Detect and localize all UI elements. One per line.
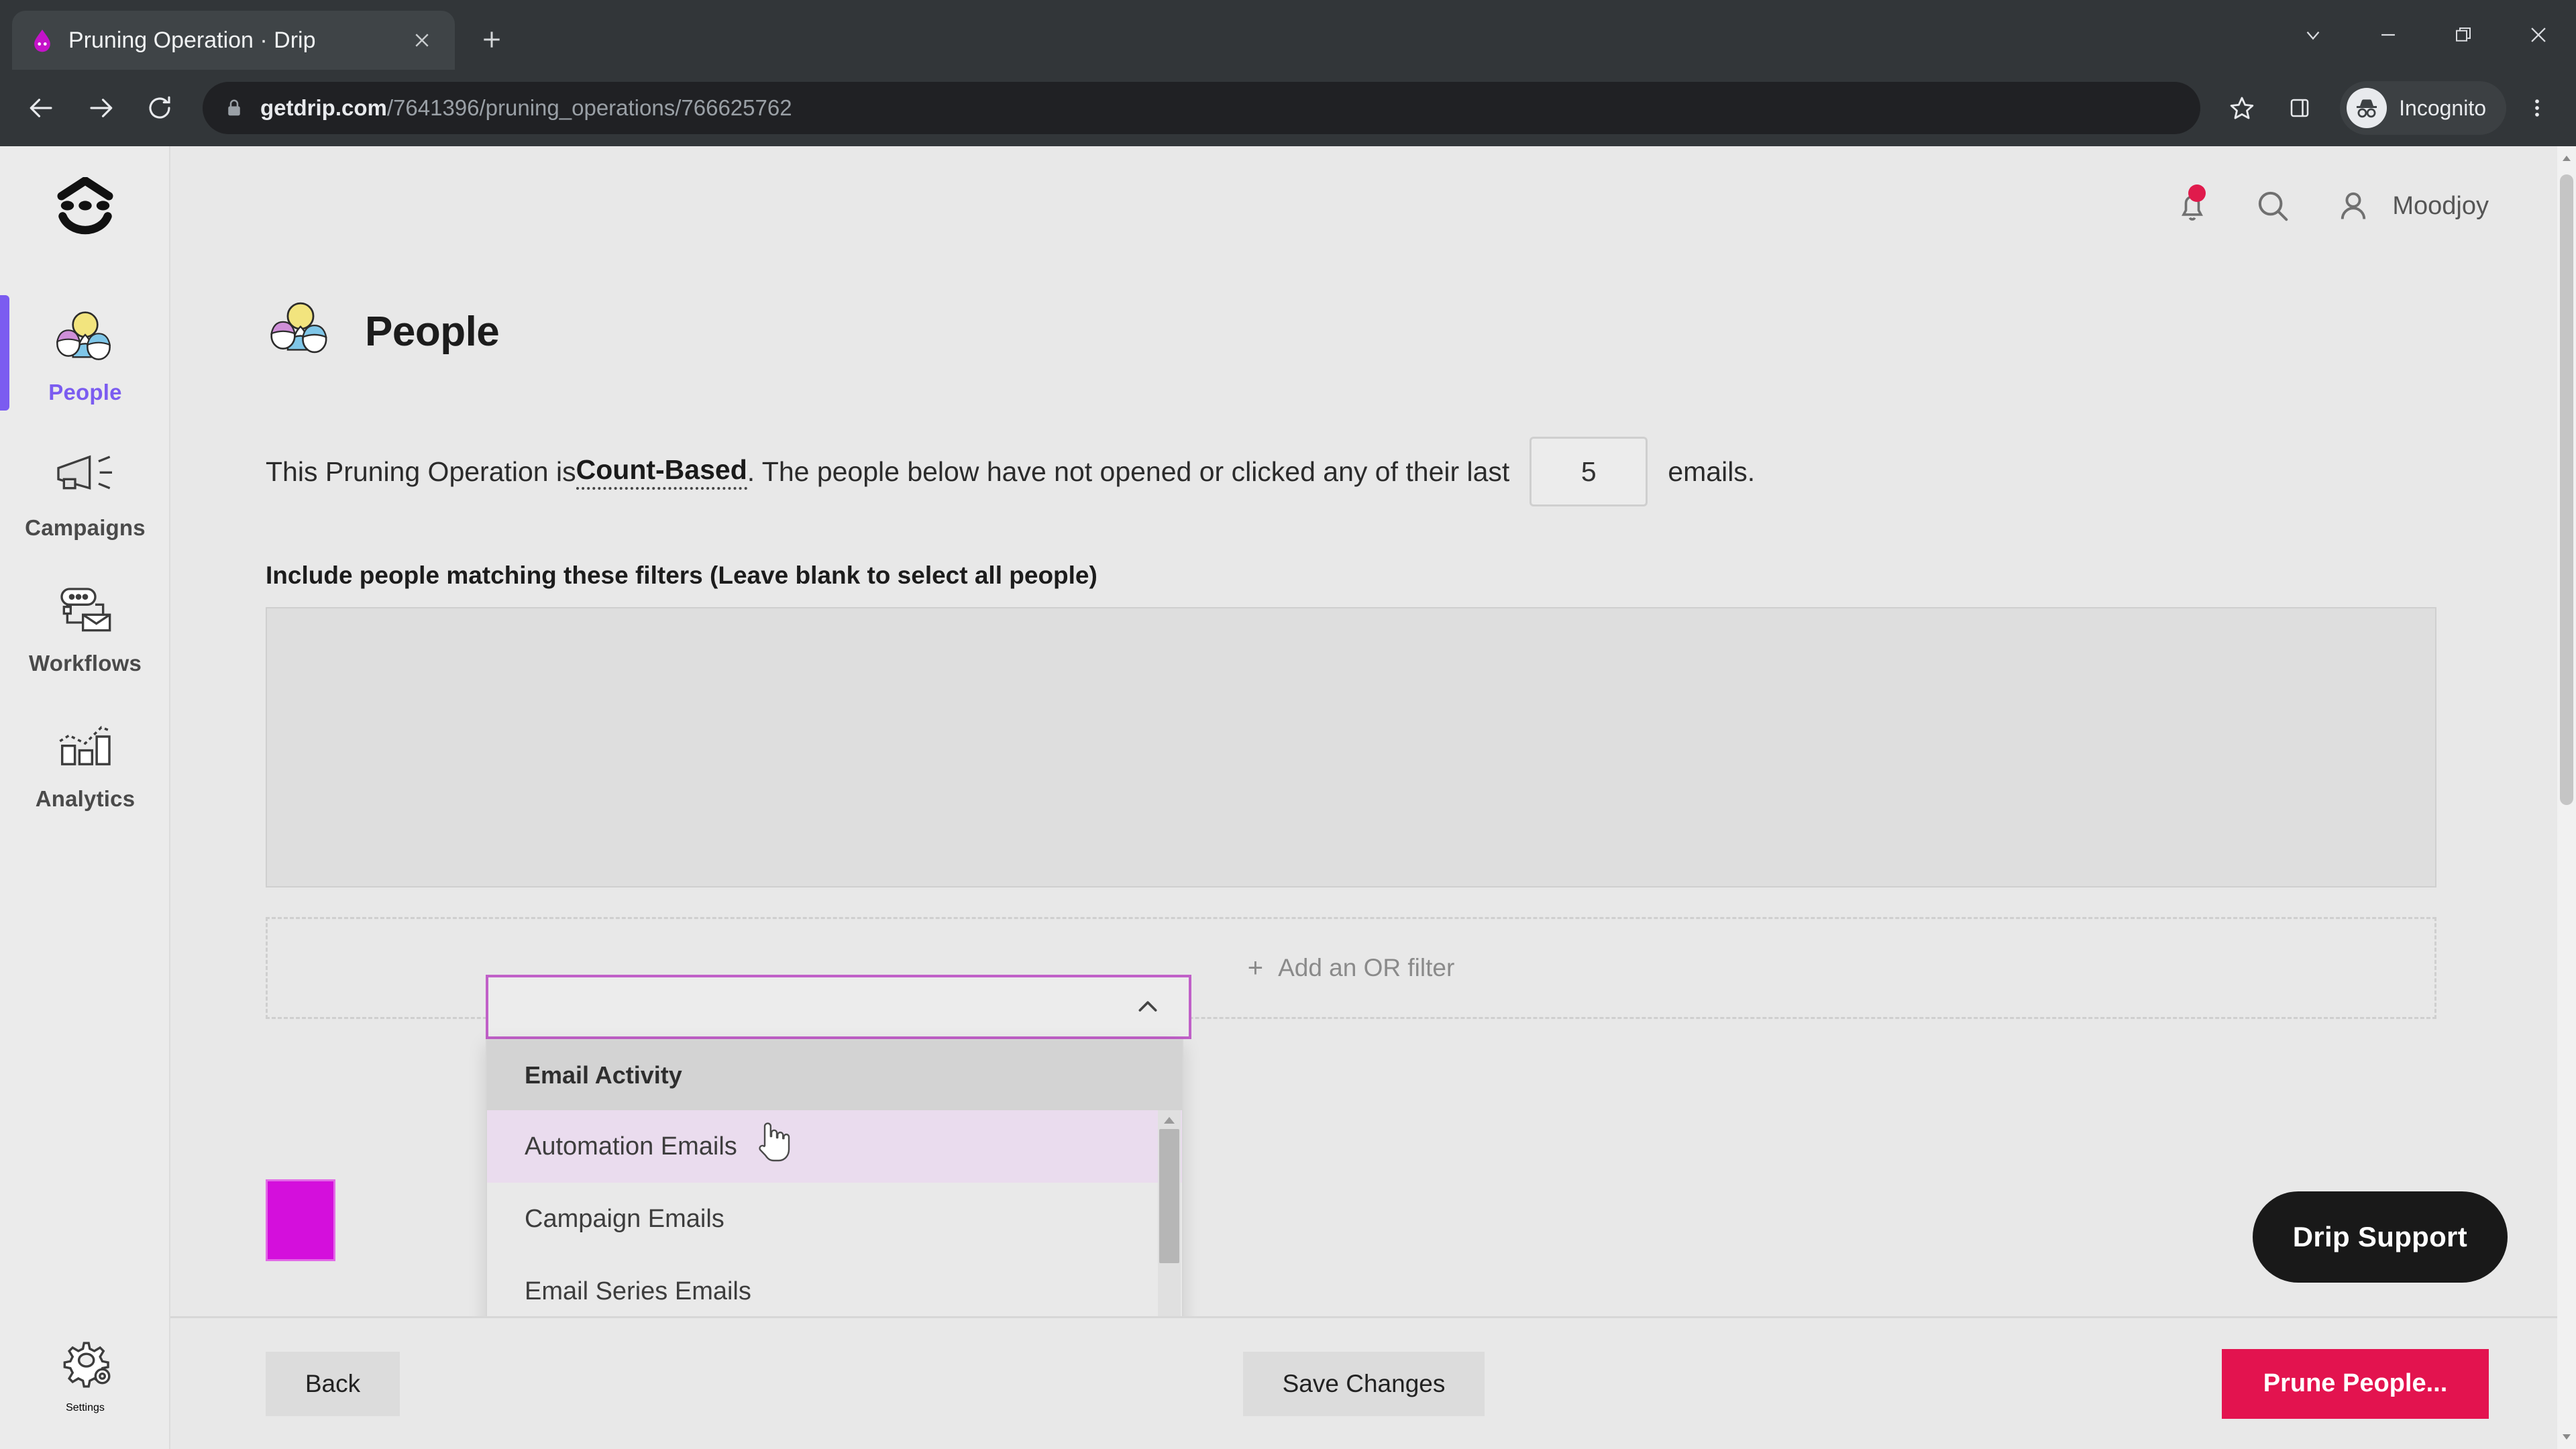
incognito-icon — [2347, 88, 2387, 128]
people-icon — [266, 301, 335, 363]
close-icon[interactable] — [407, 25, 437, 56]
triangle-up-icon[interactable] — [1158, 1112, 1181, 1129]
close-window-button[interactable] — [2501, 0, 2576, 70]
sidebar-item-label: Workflows — [28, 651, 142, 676]
sidebar-item-label: Analytics — [35, 786, 136, 811]
back-arrow-icon[interactable] — [15, 81, 68, 135]
prune-people-button[interactable]: Prune People... — [2222, 1348, 2489, 1419]
description-middle: . The people below have not opened or cl… — [747, 455, 1510, 487]
address-bar[interactable]: getdrip.com/7641396/pruning_operations/7… — [203, 82, 2201, 134]
browser-chrome: Pruning Operation · Drip getdrip.com/764… — [0, 0, 2576, 146]
sidebar-item-label: Campaigns — [25, 515, 146, 540]
scroll-down-icon[interactable] — [2557, 1428, 2576, 1446]
sidebar-item-label: People — [48, 380, 122, 405]
lock-icon — [224, 97, 244, 119]
drip-smiley-logo[interactable] — [0, 177, 170, 239]
app-header: Moodjoy — [170, 146, 2576, 266]
star-icon[interactable] — [2216, 83, 2267, 133]
save-changes-button[interactable]: Save Changes — [1243, 1351, 1485, 1416]
pruning-description: This Pruning Operation is Count-Based . … — [170, 363, 2557, 506]
side-panel-icon[interactable] — [2274, 83, 2325, 133]
footer-action-bar: Back Save Changes Prune People... — [170, 1316, 2557, 1449]
megaphone-icon — [45, 443, 125, 504]
back-button[interactable]: Back — [266, 1351, 400, 1416]
forward-arrow-icon[interactable] — [74, 81, 127, 135]
filters-label: Include people matching these filters (L… — [266, 561, 1097, 589]
sidebar-item-people[interactable]: People — [0, 287, 170, 423]
kebab-menu-icon[interactable] — [2513, 81, 2561, 135]
new-tab-button[interactable] — [466, 13, 518, 66]
sidebar-item-label: Settings — [66, 1402, 105, 1413]
people-icon — [45, 307, 125, 369]
person-icon — [2329, 182, 2377, 230]
dropdown-option[interactable]: Automation Emails — [487, 1110, 1182, 1183]
drip-logo-icon — [30, 28, 55, 53]
dropdown-scroll-thumb[interactable] — [1159, 1129, 1179, 1263]
count-based-term[interactable]: Count-Based — [576, 454, 747, 490]
highlighted-action-button[interactable] — [266, 1179, 335, 1261]
add-or-filter-label: Add an OR filter — [1278, 954, 1455, 981]
omnibox-actions: Incognito — [2216, 81, 2561, 135]
workflow-icon — [45, 578, 125, 640]
sidebar-item-settings[interactable]: Settings — [0, 1336, 170, 1414]
window-controls — [2275, 0, 2576, 70]
incognito-profile-chip[interactable]: Incognito — [2340, 81, 2506, 135]
url-text: getdrip.com/7641396/pruning_operations/7… — [260, 95, 792, 121]
scroll-up-icon[interactable] — [2557, 149, 2576, 168]
browser-tab[interactable]: Pruning Operation · Drip — [12, 11, 455, 70]
description-prefix: This Pruning Operation is — [266, 455, 576, 487]
page-header: People — [170, 266, 2557, 363]
incognito-label: Incognito — [2399, 95, 2486, 120]
sidebar-item-analytics[interactable]: Analytics — [0, 694, 170, 829]
bar-chart-icon — [45, 714, 125, 775]
drip-support-button[interactable]: Drip Support — [2252, 1191, 2508, 1283]
url-path: /7641396/pruning_operations/766625762 — [386, 95, 792, 120]
search-icon[interactable] — [2249, 182, 2297, 230]
tab-search-button[interactable] — [2275, 0, 2351, 70]
sidebar-nav: People Campaigns Workflows Analytics — [0, 287, 170, 829]
account-menu[interactable]: Moodjoy — [2329, 182, 2489, 230]
page-viewport: People Campaigns Workflows Analytics Set… — [0, 146, 2576, 1449]
filter-type-select[interactable] — [486, 975, 1191, 1039]
account-name: Moodjoy — [2392, 191, 2489, 220]
sidebar-item-campaigns[interactable]: Campaigns — [0, 423, 170, 558]
main-content: People This Pruning Operation is Count-B… — [170, 266, 2557, 1449]
navigation-bar: getdrip.com/7641396/pruning_operations/7… — [0, 70, 2576, 146]
email-count-input[interactable]: 5 — [1529, 437, 1648, 506]
plus-icon: + — [1247, 953, 1264, 983]
description-suffix: emails. — [1668, 455, 1756, 487]
filter-card — [266, 607, 2436, 888]
app-sidebar: People Campaigns Workflows Analytics Set… — [0, 146, 170, 1449]
minimize-button[interactable] — [2351, 0, 2426, 70]
tab-strip: Pruning Operation · Drip — [0, 0, 2576, 70]
gear-icon — [54, 1336, 116, 1393]
page-title: People — [365, 309, 500, 355]
tab-title: Pruning Operation · Drip — [68, 27, 316, 53]
dropdown-option[interactable]: Campaign Emails — [487, 1183, 1182, 1255]
maximize-button[interactable] — [2426, 0, 2501, 70]
dropdown-group-header: Email Activity — [487, 1040, 1182, 1110]
reload-icon[interactable] — [133, 81, 186, 135]
url-host: getdrip.com — [260, 95, 387, 120]
page-scrollbar[interactable] — [2557, 146, 2576, 1449]
page-scroll-thumb[interactable] — [2560, 174, 2573, 805]
chevron-up-icon — [1132, 991, 1163, 1022]
bell-icon[interactable] — [2168, 182, 2216, 230]
sidebar-item-workflows[interactable]: Workflows — [0, 558, 170, 694]
